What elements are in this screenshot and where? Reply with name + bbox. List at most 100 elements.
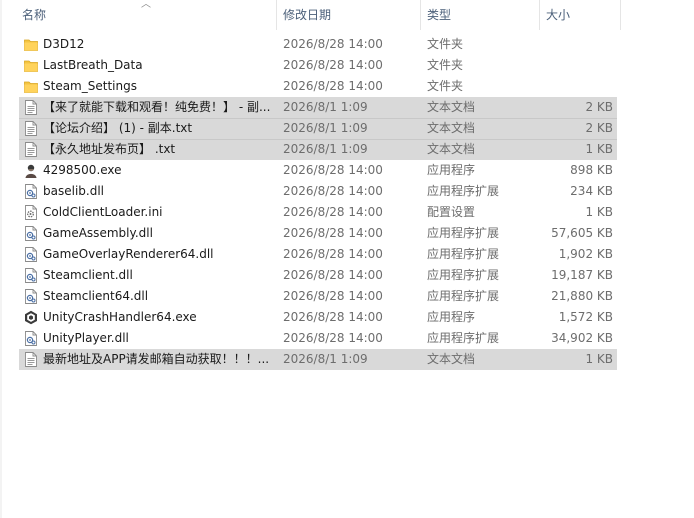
file-size: 2 KB: [585, 121, 613, 135]
column-header-size[interactable]: 大小: [546, 0, 570, 30]
column-header-bar: ︿ 名称 修改日期 类型 大小: [0, 0, 694, 30]
text-file-icon: [24, 142, 38, 157]
folder-icon: [24, 79, 38, 94]
text-file-icon: [24, 352, 38, 367]
file-row[interactable]: baselib.dll 2026/8/28 14:00 应用程序扩展 234 KB: [0, 181, 694, 202]
column-header-name[interactable]: 名称: [22, 0, 46, 30]
file-name: UnityPlayer.dll: [43, 331, 129, 345]
dll-file-icon: [24, 226, 38, 241]
file-size: 1 KB: [585, 352, 613, 366]
file-name: 【永久地址发布页】 .txt: [43, 142, 176, 156]
file-modified: 2026/8/28 14:00: [283, 184, 383, 198]
file-name: GameOverlayRenderer64.dll: [43, 247, 214, 261]
column-header-modified[interactable]: 修改日期: [283, 0, 331, 30]
file-type: 应用程序扩展: [427, 331, 500, 345]
file-type: 应用程序扩展: [427, 184, 500, 198]
file-row[interactable]: UnityCrashHandler64.exe 2026/8/28 14:00 应用…: [0, 307, 694, 328]
file-row[interactable]: 【永久地址发布页】 .txt 2026/8/1 1:09 文本文档 1 KB: [0, 139, 694, 160]
file-row[interactable]: ColdClientLoader.ini 2026/8/28 14:00 配置设置 1…: [0, 202, 694, 223]
file-row[interactable]: Steamclient.dll 2026/8/28 14:00 应用程序扩展 19,1…: [0, 265, 694, 286]
file-name: LastBreath_Data: [43, 58, 143, 72]
file-type: 应用程序扩展: [427, 247, 500, 261]
file-size: 234 KB: [570, 184, 613, 198]
file-type: 文本文档: [427, 121, 476, 135]
file-name: D3D12: [43, 37, 85, 51]
file-type: 文本文档: [427, 352, 476, 366]
file-size: 57,605 KB: [551, 226, 613, 240]
file-name: ColdClientLoader.ini: [43, 205, 163, 219]
file-type: 文本文档: [427, 142, 476, 156]
file-modified: 2026/8/1 1:09: [283, 100, 368, 114]
file-size: 1 KB: [585, 142, 613, 156]
file-type: 文件夹: [427, 37, 464, 51]
column-divider[interactable]: [276, 0, 277, 30]
file-modified: 2026/8/28 14:00: [283, 58, 383, 72]
file-type: 配置设置: [427, 205, 476, 219]
folder-icon: [24, 37, 38, 52]
file-type: 应用程序: [427, 163, 476, 177]
file-row[interactable]: 最新地址及APP请发邮箱自动获取！！！... 2026/8/1 1:09 文本文档 1…: [0, 349, 694, 370]
file-type: 应用程序扩展: [427, 268, 500, 282]
dll-file-icon: [24, 268, 38, 283]
file-modified: 2026/8/28 14:00: [283, 289, 383, 303]
file-row[interactable]: D3D12 2026/8/28 14:00 文件夹: [0, 34, 694, 55]
file-name: 【来了就能下载和观看！纯免费！】 - 副...: [43, 100, 271, 114]
file-row[interactable]: Steamclient64.dll 2026/8/28 14:00 应用程序扩展 21…: [0, 286, 694, 307]
file-modified: 2026/8/1 1:09: [283, 121, 368, 135]
file-size: 1,572 KB: [558, 310, 613, 324]
file-modified: 2026/8/28 14:00: [283, 247, 383, 261]
dll-file-icon: [24, 247, 38, 262]
sort-ascending-icon: ︿: [141, 0, 151, 10]
file-type: 应用程序扩展: [427, 289, 500, 303]
file-row[interactable]: GameOverlayRenderer64.dll 2026/8/28 14:00…: [0, 244, 694, 265]
file-name: UnityCrashHandler64.exe: [43, 310, 197, 324]
game-exe-icon: [24, 163, 38, 178]
file-row[interactable]: UnityPlayer.dll 2026/8/28 14:00 应用程序扩展 34,9…: [0, 328, 694, 349]
file-name: 4298500.exe: [43, 163, 122, 177]
column-divider[interactable]: [420, 0, 421, 30]
file-type: 应用程序扩展: [427, 226, 500, 240]
file-type: 文件夹: [427, 58, 464, 72]
file-size: 898 KB: [570, 163, 613, 177]
text-file-icon: [24, 121, 38, 136]
file-size: 2 KB: [585, 100, 613, 114]
file-modified: 2026/8/28 14:00: [283, 268, 383, 282]
file-size: 21,880 KB: [551, 289, 613, 303]
dll-file-icon: [24, 184, 38, 199]
file-name: Steamclient64.dll: [43, 289, 149, 303]
file-row[interactable]: 【论坛介绍】 (1) - 副本.txt 2026/8/1 1:09 文本文档 2 KB: [0, 118, 694, 139]
file-name: baselib.dll: [43, 184, 104, 198]
column-divider[interactable]: [620, 0, 621, 30]
file-size: 1 KB: [585, 205, 613, 219]
unity-icon: [24, 310, 38, 325]
file-name: 【论坛介绍】 (1) - 副本.txt: [43, 121, 193, 135]
file-type: 文件夹: [427, 79, 464, 93]
file-row[interactable]: 4298500.exe 2026/8/28 14:00 应用程序 898 KB: [0, 160, 694, 181]
dll-file-icon: [24, 289, 38, 304]
file-list: D3D12 2026/8/28 14:00 文件夹 LastBreath_Data 20…: [0, 34, 694, 370]
file-type: 文本文档: [427, 100, 476, 114]
file-modified: 2026/8/1 1:09: [283, 142, 368, 156]
file-modified: 2026/8/28 14:00: [283, 205, 383, 219]
file-modified: 2026/8/28 14:00: [283, 310, 383, 324]
text-file-icon: [24, 100, 38, 115]
file-modified: 2026/8/28 14:00: [283, 331, 383, 345]
dll-file-icon: [24, 331, 38, 346]
file-name: Steam_Settings: [43, 79, 137, 93]
column-divider[interactable]: [539, 0, 540, 30]
file-modified: 2026/8/28 14:00: [283, 163, 383, 177]
ini-file-icon: [24, 205, 38, 220]
file-row[interactable]: 【来了就能下载和观看！纯免费！】 - 副... 2026/8/1 1:09 文本文档…: [0, 97, 694, 118]
file-size: 19,187 KB: [551, 268, 613, 282]
file-row[interactable]: Steam_Settings 2026/8/28 14:00 文件夹: [0, 76, 694, 97]
file-row[interactable]: GameAssembly.dll 2026/8/28 14:00 应用程序扩展 57,…: [0, 223, 694, 244]
file-modified: 2026/8/28 14:00: [283, 226, 383, 240]
file-name: 最新地址及APP请发邮箱自动获取！！！...: [43, 352, 270, 366]
file-modified: 2026/8/28 14:00: [283, 37, 383, 51]
column-header-type[interactable]: 类型: [427, 0, 451, 30]
file-modified: 2026/8/1 1:09: [283, 352, 368, 366]
file-modified: 2026/8/28 14:00: [283, 79, 383, 93]
folder-icon: [24, 58, 38, 73]
file-type: 应用程序: [427, 310, 476, 324]
file-row[interactable]: LastBreath_Data 2026/8/28 14:00 文件夹: [0, 55, 694, 76]
